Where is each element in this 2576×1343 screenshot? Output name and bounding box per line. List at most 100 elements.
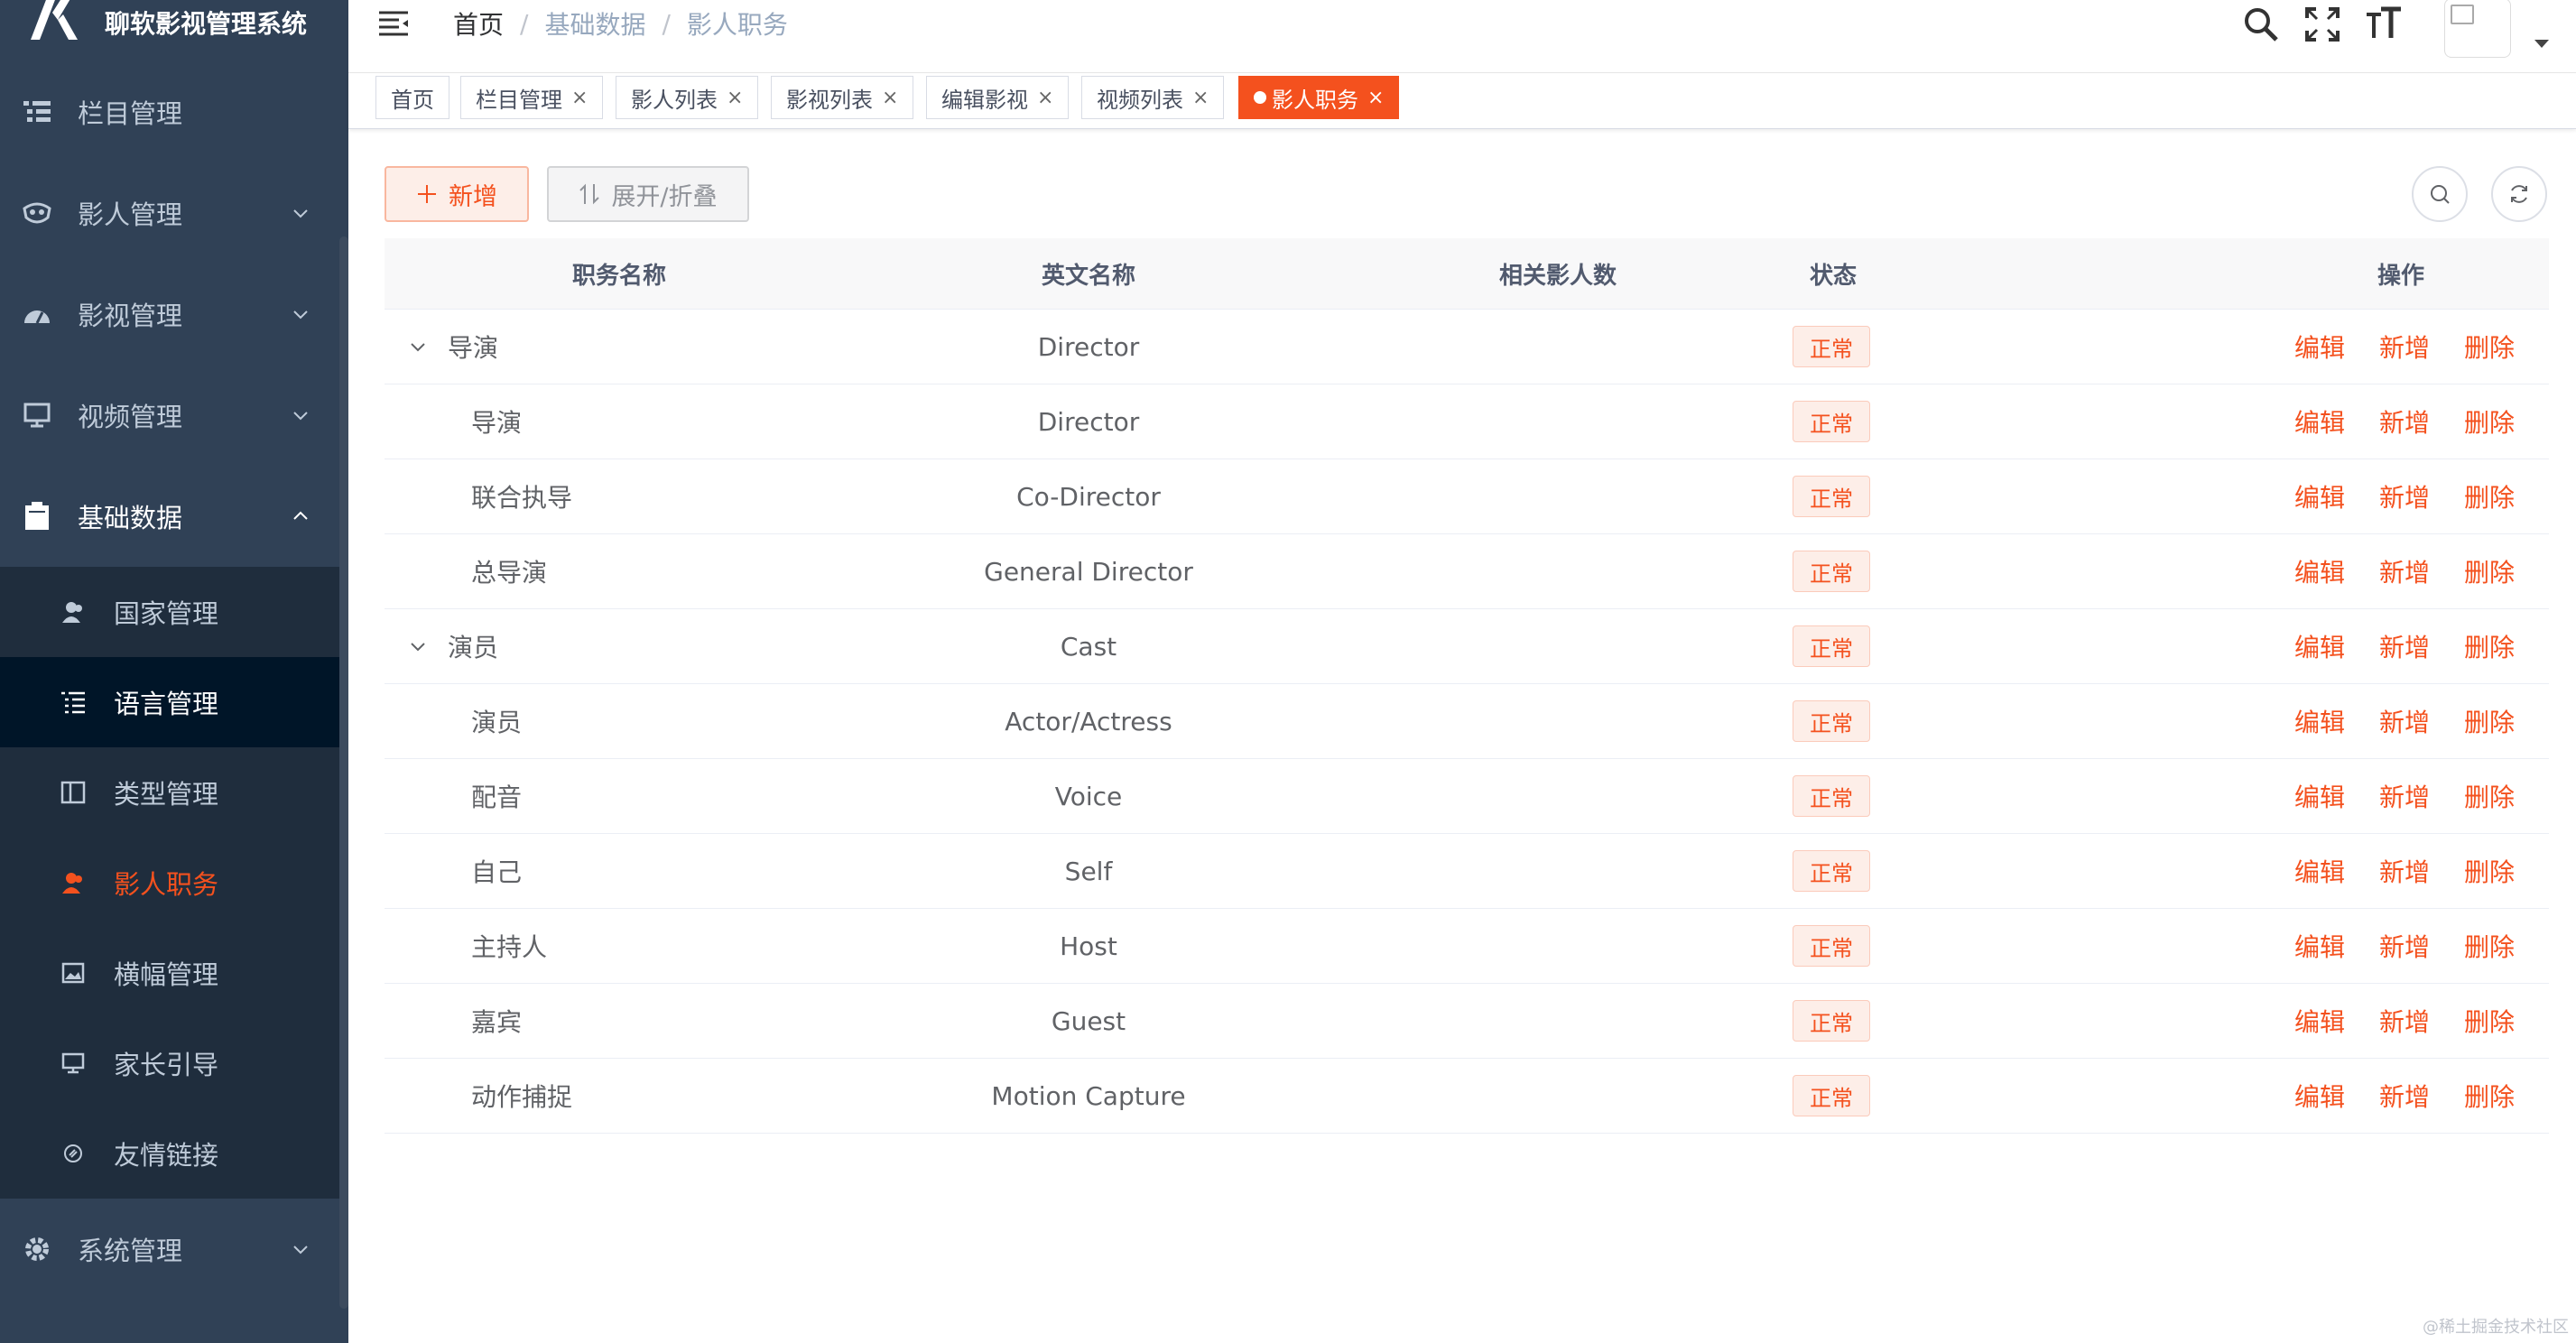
sidebar-item-label: 类型管理 [114,779,219,810]
edit-button[interactable]: 编辑 [2294,478,2345,514]
close-icon[interactable]: × [571,87,588,109]
edit-button[interactable]: 编辑 [2294,928,2345,964]
edit-button[interactable]: 编辑 [2294,403,2345,440]
cell-english-name: Actor/Actress [1005,706,1172,736]
sidebar-item-banner[interactable]: 横幅管理 [0,928,348,1018]
add-child-button[interactable]: 新增 [2379,1078,2430,1114]
sidebar-item-video[interactable]: 视频管理 [0,365,348,466]
sidebar-item-links[interactable]: 友情链接 [0,1108,348,1199]
delete-button[interactable]: 删除 [2464,703,2515,739]
add-child-button[interactable]: 新增 [2379,478,2430,514]
edit-button[interactable]: 编辑 [2294,1078,2345,1114]
edit-button[interactable]: 编辑 [2294,553,2345,589]
chevron-up-icon [293,511,308,520]
edit-button[interactable]: 编辑 [2294,703,2345,739]
avatar[interactable] [2444,0,2511,58]
sidebar: 聊软影视管理系统 栏目管理 影人管理 影视管理 视频管理 基础数据 国家管理 语… [0,0,348,1343]
tag-film-list[interactable]: 影视列表 × [771,76,914,119]
column-header-count: 相关影人数 [1498,262,1617,290]
add-child-button[interactable]: 新增 [2379,403,2430,440]
sidebar-scrollbar[interactable] [339,236,348,1309]
peoples-icon [58,867,88,898]
cell-role-name: 导演 [385,329,854,365]
cell-english-name: Cast [1060,631,1117,662]
delete-button[interactable]: 删除 [2464,478,2515,514]
close-icon[interactable]: × [727,87,743,109]
breadcrumb-separator: / [662,8,671,39]
columns-icon [58,777,88,808]
add-child-button[interactable]: 新增 [2379,703,2430,739]
delete-button[interactable]: 删除 [2464,853,2515,889]
tag-column[interactable]: 栏目管理 × [460,76,604,119]
delete-button[interactable]: 删除 [2464,628,2515,664]
sidebar-item-system[interactable]: 系统管理 [0,1199,348,1300]
font-size-icon[interactable] [2365,5,2403,43]
sidebar-item-basic-data[interactable]: 基础数据 [0,466,348,567]
delete-button[interactable]: 删除 [2464,1078,2515,1114]
close-icon[interactable]: × [1367,87,1384,109]
sidebar-item-people[interactable]: 影人管理 [0,162,348,264]
edit-button[interactable]: 编辑 [2294,1003,2345,1039]
chevron-down-icon[interactable] [406,634,430,658]
add-child-button[interactable]: 新增 [2379,1003,2430,1039]
delete-button[interactable]: 删除 [2464,778,2515,814]
cell-english-name: Voice [1054,781,1123,811]
edit-button[interactable]: 编辑 [2294,778,2345,814]
cell-english-name: General Director [984,556,1193,587]
refresh-button[interactable] [2491,166,2547,222]
sidebar-item-roles[interactable]: 影人职务 [0,838,348,928]
cell-english-name: Guest [1051,1005,1126,1036]
tag-video-list[interactable]: 视频列表 × [1081,76,1225,119]
navbar-right [2242,0,2549,60]
search-toggle-button[interactable] [2412,166,2468,222]
status-badge: 正常 [1793,925,1870,967]
clipboard-icon [22,501,52,532]
delete-button[interactable]: 删除 [2464,403,2515,440]
edit-button[interactable]: 编辑 [2294,628,2345,664]
sidebar-item-column[interactable]: 栏目管理 [0,61,348,162]
add-child-button[interactable]: 新增 [2379,778,2430,814]
hamburger-icon[interactable] [377,7,410,40]
cell-role-name: 联合执导 [385,478,854,514]
expand-collapse-button[interactable]: 展开/折叠 [547,166,749,222]
add-child-button[interactable]: 新增 [2379,928,2430,964]
role-name: 动作捕捉 [471,1082,573,1112]
list-icon [58,687,88,718]
app-logo[interactable]: 聊软影视管理系统 [0,0,348,45]
sidebar-item-genre[interactable]: 类型管理 [0,747,348,838]
image-icon [58,958,88,988]
sidebar-item-label: 视频管理 [78,402,183,432]
edit-button[interactable]: 编辑 [2294,329,2345,365]
sidebar-item-country[interactable]: 国家管理 [0,567,348,657]
close-icon[interactable]: × [1037,87,1053,109]
tag-people-list[interactable]: 影人列表 × [616,76,759,119]
search-icon[interactable] [2242,5,2280,43]
tag-home[interactable]: 首页 [375,76,449,119]
active-dot-icon [1254,91,1266,104]
chevron-down-icon[interactable] [406,335,430,358]
add-child-button[interactable]: 新增 [2379,329,2430,365]
sort-icon [579,183,600,205]
tag-roles[interactable]: 影人职务 × [1238,76,1400,119]
add-button[interactable]: 新增 [385,166,529,222]
edit-button[interactable]: 编辑 [2294,853,2345,889]
sidebar-item-label: 家长引导 [114,1050,219,1080]
cell-status: 正常 [1793,401,1874,442]
close-icon[interactable]: × [1192,87,1209,109]
delete-button[interactable]: 删除 [2464,928,2515,964]
close-icon[interactable]: × [882,87,898,109]
tag-edit-film[interactable]: 编辑影视 × [926,76,1070,119]
delete-button[interactable]: 删除 [2464,1003,2515,1039]
delete-button[interactable]: 删除 [2464,553,2515,589]
table-row: 配音 Voice 正常 编辑 新增 删除 [385,759,2549,834]
add-child-button[interactable]: 新增 [2379,553,2430,589]
delete-button[interactable]: 删除 [2464,329,2515,365]
sidebar-item-parental[interactable]: 家长引导 [0,1018,348,1108]
fullscreen-icon[interactable] [2303,5,2341,43]
add-child-button[interactable]: 新增 [2379,628,2430,664]
sidebar-item-language[interactable]: 语言管理 [0,657,348,747]
sidebar-item-films[interactable]: 影视管理 [0,264,348,365]
add-child-button[interactable]: 新增 [2379,853,2430,889]
breadcrumb-home[interactable]: 首页 [453,5,504,42]
caret-down-icon[interactable] [2534,40,2549,48]
